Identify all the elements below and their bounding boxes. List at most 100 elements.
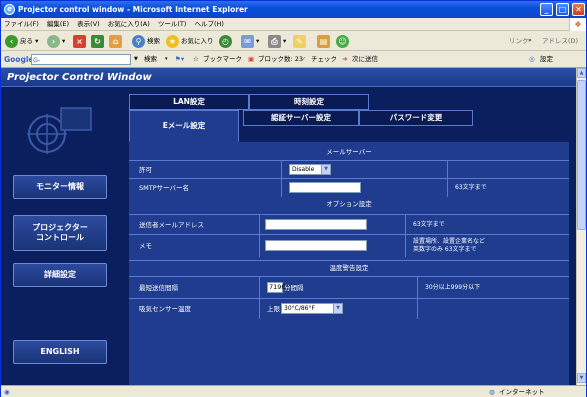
intake-temp-select[interactable]: 30°C/86°F ▼ bbox=[281, 303, 343, 314]
stop-icon: × bbox=[73, 34, 86, 48]
menu-edit[interactable]: 編集(E) bbox=[44, 18, 72, 31]
settings-icon: ◎ bbox=[529, 55, 535, 63]
advanced-settings-button[interactable]: 詳細設定 bbox=[13, 263, 107, 287]
tab-time-settings[interactable]: 時刻設定 bbox=[249, 94, 369, 110]
search-button[interactable]: ⚲ 検索 bbox=[132, 34, 160, 48]
favorites-button[interactable]: ★ お気に入り bbox=[166, 34, 214, 48]
send-to-button[interactable]: 次に送信 bbox=[352, 51, 378, 68]
tab-password-change[interactable]: パスワード変更 bbox=[359, 110, 473, 126]
toolbar: ‹ 戻る ▾ › ▾ × ↻ ⌂ ⚲ 検索 ★ お気に入り ◴ ✉ ▾ ⎙ ▾ ✎ ▤ ☺ … bbox=[1, 31, 586, 51]
menu-file[interactable]: ファイル(F) bbox=[1, 18, 42, 31]
enable-select[interactable]: Disable ▼ bbox=[289, 164, 331, 175]
projector-logo-icon bbox=[27, 107, 92, 154]
vertical-scrollbar[interactable]: ▲ ▼ bbox=[576, 68, 586, 385]
menu-tools[interactable]: ツール(T) bbox=[155, 18, 190, 31]
print-button[interactable]: ⎙ ▾ bbox=[268, 34, 286, 48]
popup-blocked-count[interactable]: ブロック数: 23 bbox=[258, 51, 303, 68]
maximize-button[interactable]: □ bbox=[556, 3, 569, 16]
dropdown-arrow-icon[interactable]: ▾ bbox=[165, 51, 168, 68]
search-icon: ⚲ bbox=[132, 34, 145, 48]
page-header: Projector Control Window bbox=[1, 68, 576, 87]
mail-button[interactable]: ✉ ▾ bbox=[241, 34, 259, 48]
bookmark-star-icon: ☆ bbox=[193, 55, 199, 63]
refresh-button[interactable]: ↻ bbox=[91, 34, 106, 48]
chevron-icon[interactable]: » bbox=[528, 34, 532, 48]
email-settings-form: メールサーバー 許可 Disable ▼ SMTPサーバー名 63文字まで オプシ… bbox=[129, 142, 569, 385]
zone-label: インターネット bbox=[499, 388, 545, 396]
smtp-server-input[interactable] bbox=[289, 182, 361, 193]
stop-button[interactable]: × bbox=[73, 34, 88, 48]
divider bbox=[447, 179, 448, 197]
page-icon: ◉ bbox=[4, 388, 10, 396]
menu-bar: ファイル(F) 編集(E) 表示(V) お気に入り(A) ツール(T) ヘルプ(… bbox=[1, 18, 586, 31]
menu-help[interactable]: ヘルプ(H) bbox=[192, 18, 227, 31]
scroll-up-icon[interactable]: ▲ bbox=[577, 68, 586, 78]
menu-favorites[interactable]: お気に入り(A) bbox=[105, 18, 153, 31]
smtp-note: 63文字まで bbox=[455, 184, 487, 191]
google-toolbar: Google G- ▼ 検索 ▾ ⚑▾ ☆ ブックマーク ▣ ブロック数: 23… bbox=[1, 51, 586, 68]
sender-row: 送信者メールアドレス 63文字まで bbox=[129, 214, 569, 235]
browser-window: e Projector control window - Microsoft I… bbox=[0, 0, 587, 397]
google-search-button[interactable]: 検索 bbox=[144, 51, 157, 68]
menu-view[interactable]: 表示(V) bbox=[74, 18, 103, 31]
dropdown-arrow-icon[interactable]: ▼ bbox=[134, 51, 138, 68]
english-button[interactable]: ENGLISH bbox=[13, 340, 107, 364]
flag-icon[interactable]: ⚑▾ bbox=[175, 51, 184, 68]
divider bbox=[405, 215, 406, 235]
divider bbox=[417, 299, 418, 319]
divider bbox=[259, 215, 260, 235]
mail-server-heading: メールサーバー bbox=[326, 148, 372, 156]
monitor-info-button[interactable]: モニター情報 bbox=[13, 175, 107, 199]
window-title: Projector control window - Microsoft Int… bbox=[18, 5, 248, 14]
sender-email-input[interactable] bbox=[265, 219, 367, 230]
ie-icon: e bbox=[4, 4, 15, 15]
research-button[interactable]: ▤ bbox=[317, 34, 332, 48]
spellcheck-icon: ✓ bbox=[301, 55, 307, 63]
memo-label: メモ bbox=[139, 242, 152, 250]
links-label[interactable]: リンク bbox=[509, 34, 529, 48]
divider bbox=[447, 161, 448, 179]
tab-lan-settings[interactable]: LAN設定 bbox=[129, 94, 249, 110]
projector-control-button[interactable]: プロジェクター コントロール bbox=[13, 215, 107, 251]
research-icon: ▤ bbox=[317, 34, 330, 48]
enable-label: 許可 bbox=[139, 166, 152, 174]
tab-auth-server[interactable]: 認証サーバー設定 bbox=[243, 110, 359, 126]
edit-icon: ✎ bbox=[293, 34, 306, 48]
close-button[interactable]: ✕ bbox=[572, 3, 585, 16]
divider bbox=[281, 161, 282, 179]
address-label[interactable]: アドレス(D) bbox=[542, 34, 578, 48]
refresh-icon: ↻ bbox=[91, 34, 104, 48]
forward-button[interactable]: › ▾ bbox=[47, 34, 65, 48]
interval-label: 最短送信間隔 bbox=[139, 284, 178, 292]
left-navigation: モニター情報 プロジェクター コントロール 詳細設定 ENGLISH bbox=[1, 88, 119, 385]
memo-note-line1: 設置場所、設置企業名など bbox=[413, 238, 486, 245]
title-bar: e Projector control window - Microsoft I… bbox=[1, 1, 586, 18]
divider bbox=[405, 235, 406, 257]
settings-button[interactable]: 設定 bbox=[540, 51, 553, 68]
history-button[interactable]: ◴ bbox=[219, 34, 234, 48]
tab-email-settings[interactable]: Eメール設定 bbox=[129, 110, 239, 142]
bookmarks-button[interactable]: ブックマーク bbox=[203, 51, 242, 68]
home-icon: ⌂ bbox=[109, 34, 122, 48]
scroll-thumb[interactable] bbox=[577, 80, 586, 230]
smtp-label: SMTPサーバー名 bbox=[139, 184, 190, 192]
minimize-button[interactable]: _ bbox=[540, 3, 553, 16]
send-icon: ➜ bbox=[342, 55, 348, 63]
memo-input[interactable] bbox=[265, 240, 367, 251]
google-logo: Google bbox=[4, 55, 34, 64]
back-arrow-icon: ‹ bbox=[5, 34, 18, 48]
smtp-row: SMTPサーバー名 63文字まで bbox=[129, 178, 569, 197]
internet-zone-icon: ◍ bbox=[489, 388, 495, 396]
scroll-down-icon[interactable]: ▼ bbox=[577, 373, 586, 383]
enable-row: 許可 Disable ▼ bbox=[129, 160, 569, 179]
edit-button[interactable]: ✎ bbox=[293, 34, 308, 48]
google-search-input[interactable]: G- bbox=[31, 54, 131, 65]
chevron-down-icon: ▼ bbox=[321, 165, 330, 174]
check-button[interactable]: チェック bbox=[311, 51, 337, 68]
home-button[interactable]: ⌂ bbox=[109, 34, 124, 48]
intake-label: 吸気センサー温度 bbox=[139, 305, 191, 313]
messenger-button[interactable]: ☺ bbox=[336, 34, 351, 48]
chevron-down-icon: ▼ bbox=[333, 304, 342, 313]
back-button[interactable]: ‹ 戻る ▾ bbox=[5, 34, 38, 48]
interval-input[interactable]: 7196 bbox=[267, 282, 286, 293]
